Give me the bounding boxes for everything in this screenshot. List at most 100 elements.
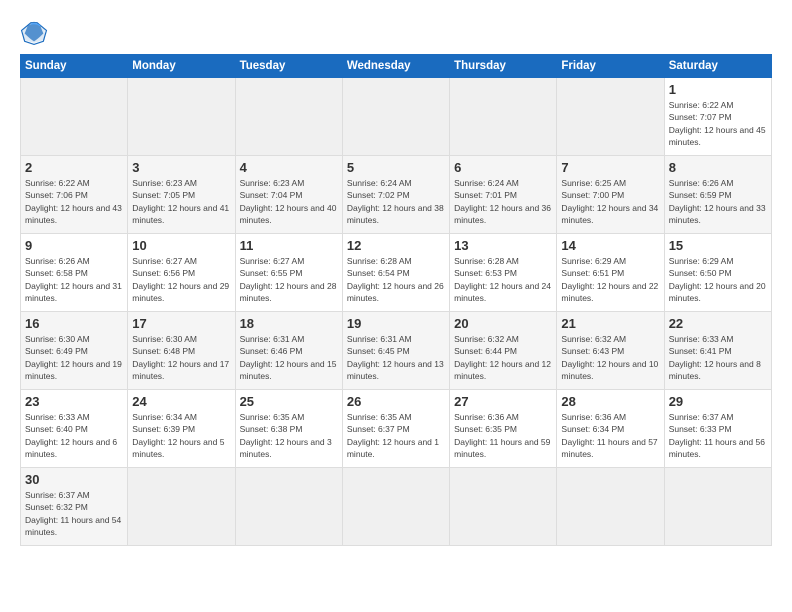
calendar-cell: 23 Sunrise: 6:33 AMSunset: 6:40 PMDayligh…	[21, 390, 128, 468]
calendar-cell: 25Sunrise: 6:35 AMSunset: 6:38 PMDayligh…	[235, 390, 342, 468]
calendar-cell: 19 Sunrise: 6:31 AMSunset: 6:45 PMDayligh…	[342, 312, 449, 390]
calendar-cell	[235, 78, 342, 156]
day-info: Sunrise: 6:26 AMSunset: 6:59 PMDaylight:…	[669, 177, 767, 226]
day-info: Sunrise: 6:29 AMSunset: 6:51 PMDaylight:…	[561, 255, 659, 304]
calendar-cell: 13Sunrise: 6:28 AMSunset: 6:53 PMDayligh…	[450, 234, 557, 312]
weekday-header-saturday: Saturday	[664, 55, 771, 78]
day-info: Sunrise: 6:25 AMSunset: 7:00 PMDaylight:…	[561, 177, 659, 226]
day-number: 27	[454, 394, 552, 409]
day-info: Sunrise: 6:26 AMSunset: 6:58 PMDaylight:…	[25, 255, 123, 304]
page: SundayMondayTuesdayWednesdayThursdayFrid…	[0, 0, 792, 612]
day-info: Sunrise: 6:31 AMSunset: 6:45 PMDaylight:…	[347, 333, 445, 382]
day-info: Sunrise: 6:23 AMSunset: 7:05 PMDaylight:…	[132, 177, 230, 226]
day-info: Sunrise: 6:27 AMSunset: 6:56 PMDaylight:…	[132, 255, 230, 304]
day-number: 22	[669, 316, 767, 331]
day-number: 1	[669, 82, 767, 97]
day-number: 14	[561, 238, 659, 253]
calendar-cell: 7 Sunrise: 6:25 AMSunset: 7:00 PMDaylight…	[557, 156, 664, 234]
day-number: 21	[561, 316, 659, 331]
day-number: 26	[347, 394, 445, 409]
day-info: Sunrise: 6:24 AMSunset: 7:02 PMDaylight:…	[347, 177, 445, 226]
day-info: Sunrise: 6:27 AMSunset: 6:55 PMDaylight:…	[240, 255, 338, 304]
day-info: Sunrise: 6:29 AMSunset: 6:50 PMDaylight:…	[669, 255, 767, 304]
day-info: Sunrise: 6:36 AMSunset: 6:35 PMDaylight:…	[454, 411, 552, 460]
calendar-header: SundayMondayTuesdayWednesdayThursdayFrid…	[21, 55, 772, 78]
calendar-table: SundayMondayTuesdayWednesdayThursdayFrid…	[20, 54, 772, 546]
calendar-cell: 17Sunrise: 6:30 AMSunset: 6:48 PMDayligh…	[128, 312, 235, 390]
calendar-cell: 20Sunrise: 6:32 AMSunset: 6:44 PMDayligh…	[450, 312, 557, 390]
day-info: Sunrise: 6:22 AMSunset: 7:07 PMDaylight:…	[669, 99, 767, 148]
day-number: 19	[347, 316, 445, 331]
day-number: 11	[240, 238, 338, 253]
calendar-cell: 11 Sunrise: 6:27 AMSunset: 6:55 PMDayligh…	[235, 234, 342, 312]
calendar-cell: 16Sunrise: 6:30 AMSunset: 6:49 PMDayligh…	[21, 312, 128, 390]
day-number: 12	[347, 238, 445, 253]
calendar-cell	[450, 78, 557, 156]
calendar-cell	[342, 468, 449, 546]
day-number: 3	[132, 160, 230, 175]
day-info: Sunrise: 6:28 AMSunset: 6:54 PMDaylight:…	[347, 255, 445, 304]
calendar-cell: 2Sunrise: 6:22 AMSunset: 7:06 PMDaylight…	[21, 156, 128, 234]
day-number: 6	[454, 160, 552, 175]
calendar-cell	[235, 468, 342, 546]
logo	[20, 18, 52, 46]
calendar-week-row: 23 Sunrise: 6:33 AMSunset: 6:40 PMDayligh…	[21, 390, 772, 468]
calendar-cell: 5Sunrise: 6:24 AMSunset: 7:02 PMDaylight…	[342, 156, 449, 234]
day-info: Sunrise: 6:37 AMSunset: 6:32 PMDaylight:…	[25, 489, 123, 538]
weekday-header-tuesday: Tuesday	[235, 55, 342, 78]
calendar-cell: 27 Sunrise: 6:36 AMSunset: 6:35 PMDayligh…	[450, 390, 557, 468]
calendar-cell: 15 Sunrise: 6:29 AMSunset: 6:50 PMDayligh…	[664, 234, 771, 312]
day-info: Sunrise: 6:33 AMSunset: 6:41 PMDaylight:…	[669, 333, 767, 382]
weekday-header-row: SundayMondayTuesdayWednesdayThursdayFrid…	[21, 55, 772, 78]
day-number: 18	[240, 316, 338, 331]
calendar-cell: 29 Sunrise: 6:37 AMSunset: 6:33 PMDayligh…	[664, 390, 771, 468]
day-info: Sunrise: 6:23 AMSunset: 7:04 PMDaylight:…	[240, 177, 338, 226]
calendar-cell: 8 Sunrise: 6:26 AMSunset: 6:59 PMDaylight…	[664, 156, 771, 234]
day-number: 24	[132, 394, 230, 409]
calendar-cell: 12 Sunrise: 6:28 AMSunset: 6:54 PMDayligh…	[342, 234, 449, 312]
calendar-cell	[342, 78, 449, 156]
day-number: 28	[561, 394, 659, 409]
weekday-header-sunday: Sunday	[21, 55, 128, 78]
calendar-week-row: 2Sunrise: 6:22 AMSunset: 7:06 PMDaylight…	[21, 156, 772, 234]
calendar-cell	[21, 78, 128, 156]
calendar-week-row: 30Sunrise: 6:37 AMSunset: 6:32 PMDayligh…	[21, 468, 772, 546]
day-info: Sunrise: 6:37 AMSunset: 6:33 PMDaylight:…	[669, 411, 767, 460]
day-number: 23	[25, 394, 123, 409]
day-info: Sunrise: 6:35 AMSunset: 6:37 PMDaylight:…	[347, 411, 445, 460]
day-number: 8	[669, 160, 767, 175]
day-info: Sunrise: 6:32 AMSunset: 6:44 PMDaylight:…	[454, 333, 552, 382]
day-number: 29	[669, 394, 767, 409]
day-number: 15	[669, 238, 767, 253]
calendar-week-row: 9 Sunrise: 6:26 AMSunset: 6:58 PMDaylight…	[21, 234, 772, 312]
calendar-cell: 6 Sunrise: 6:24 AMSunset: 7:01 PMDaylight…	[450, 156, 557, 234]
day-number: 4	[240, 160, 338, 175]
day-info: Sunrise: 6:31 AMSunset: 6:46 PMDaylight:…	[240, 333, 338, 382]
calendar-cell: 1 Sunrise: 6:22 AMSunset: 7:07 PMDaylight…	[664, 78, 771, 156]
calendar-body: 1 Sunrise: 6:22 AMSunset: 7:07 PMDaylight…	[21, 78, 772, 546]
calendar-week-row: 16Sunrise: 6:30 AMSunset: 6:49 PMDayligh…	[21, 312, 772, 390]
weekday-header-thursday: Thursday	[450, 55, 557, 78]
calendar-cell: 10 Sunrise: 6:27 AMSunset: 6:56 PMDayligh…	[128, 234, 235, 312]
weekday-header-wednesday: Wednesday	[342, 55, 449, 78]
calendar-cell: 9 Sunrise: 6:26 AMSunset: 6:58 PMDaylight…	[21, 234, 128, 312]
day-info: Sunrise: 6:24 AMSunset: 7:01 PMDaylight:…	[454, 177, 552, 226]
logo-icon	[20, 18, 48, 46]
calendar-cell: 24 Sunrise: 6:34 AMSunset: 6:39 PMDayligh…	[128, 390, 235, 468]
day-info: Sunrise: 6:30 AMSunset: 6:48 PMDaylight:…	[132, 333, 230, 382]
calendar-cell: 14 Sunrise: 6:29 AMSunset: 6:51 PMDayligh…	[557, 234, 664, 312]
day-info: Sunrise: 6:35 AMSunset: 6:38 PMDaylight:…	[240, 411, 338, 460]
calendar-cell	[557, 468, 664, 546]
calendar-cell: 22 Sunrise: 6:33 AMSunset: 6:41 PMDayligh…	[664, 312, 771, 390]
calendar-cell	[450, 468, 557, 546]
day-info: Sunrise: 6:34 AMSunset: 6:39 PMDaylight:…	[132, 411, 230, 460]
day-info: Sunrise: 6:33 AMSunset: 6:40 PMDaylight:…	[25, 411, 123, 460]
calendar-cell	[557, 78, 664, 156]
day-info: Sunrise: 6:22 AMSunset: 7:06 PMDaylight:…	[25, 177, 123, 226]
calendar-cell: 21Sunrise: 6:32 AMSunset: 6:43 PMDayligh…	[557, 312, 664, 390]
day-number: 10	[132, 238, 230, 253]
header	[20, 18, 772, 46]
day-number: 7	[561, 160, 659, 175]
day-info: Sunrise: 6:36 AMSunset: 6:34 PMDaylight:…	[561, 411, 659, 460]
day-number: 9	[25, 238, 123, 253]
